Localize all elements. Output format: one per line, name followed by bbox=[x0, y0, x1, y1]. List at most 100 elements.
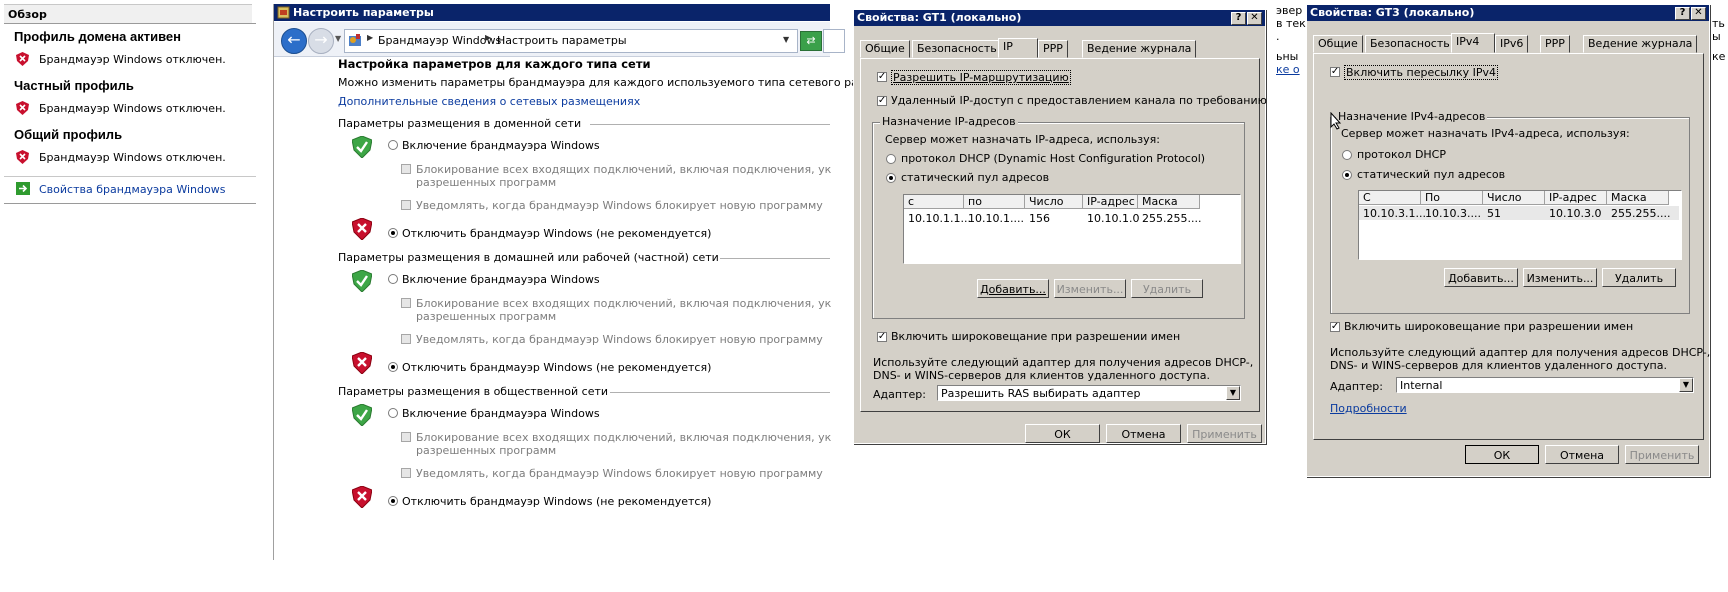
block-all-checkbox[interactable] bbox=[401, 432, 411, 442]
notify-checkbox[interactable] bbox=[401, 468, 411, 478]
table-row[interactable]: 10.10.3.1... 10.10.3.... 51 10.10.3.0 25… bbox=[1359, 206, 1679, 220]
remote-access-checkbox[interactable]: ✓ bbox=[877, 96, 887, 106]
col-count[interactable]: Число bbox=[1483, 191, 1545, 205]
enable-firewall-radio[interactable] bbox=[388, 274, 398, 284]
block-all-checkbox[interactable] bbox=[401, 298, 411, 308]
section-title: Параметры размещения в домашней или рабо… bbox=[338, 251, 719, 264]
tab-ip[interactable]: IP bbox=[998, 38, 1038, 58]
ok-button[interactable]: ОК bbox=[1025, 424, 1100, 443]
disable-firewall-radio[interactable] bbox=[388, 496, 398, 506]
delete-button[interactable]: Удалить bbox=[1131, 279, 1203, 298]
close-button[interactable]: ✕ bbox=[1247, 12, 1262, 25]
tab-ipv6[interactable]: IPv6 bbox=[1495, 35, 1529, 53]
broadcast-checkbox[interactable]: ✓ bbox=[877, 332, 887, 342]
delete-button[interactable]: Удалить bbox=[1602, 268, 1676, 287]
notify-checkbox[interactable] bbox=[401, 200, 411, 210]
tab-general[interactable]: Общие bbox=[1313, 35, 1363, 53]
search-box[interactable] bbox=[823, 29, 845, 53]
green-shield-icon bbox=[352, 270, 372, 292]
address-dropdown-icon[interactable]: ▼ bbox=[783, 35, 789, 44]
block-all-checkbox[interactable] bbox=[401, 164, 411, 174]
profile-title: Общий профиль bbox=[14, 127, 123, 142]
details-link[interactable]: Подробности bbox=[1330, 402, 1407, 415]
gt3-tabs: Общие Безопасность IPv4 IPv6 PPP Ведение… bbox=[1313, 33, 1705, 55]
disable-firewall-radio[interactable] bbox=[388, 362, 398, 372]
tab-logging[interactable]: Ведение журнала bbox=[1583, 35, 1698, 53]
refresh-icon: ⇄ bbox=[806, 34, 816, 47]
bg-fragment: ть bbox=[1712, 17, 1725, 30]
tab-security[interactable]: Безопасность bbox=[1365, 35, 1455, 53]
edit-button[interactable]: Изменить... bbox=[1523, 268, 1597, 287]
apply-button[interactable]: Применить bbox=[1625, 445, 1699, 464]
enable-firewall-radio[interactable] bbox=[388, 408, 398, 418]
breadcrumb-separator: ▶ bbox=[367, 33, 374, 42]
address-field[interactable]: ▶ Брандмауэр Windows ▶ Настроить парамет… bbox=[344, 29, 798, 53]
adapter-select[interactable]: Internal ▼ bbox=[1396, 377, 1694, 393]
col-to[interactable]: по bbox=[964, 195, 1025, 209]
cell-mask: 255.255.... bbox=[1142, 212, 1202, 225]
static-pool-radio[interactable] bbox=[886, 173, 896, 183]
chevron-down-icon[interactable]: ▼ bbox=[1226, 386, 1240, 400]
table-row[interactable]: 10.10.1.1... 10.10.1.... 156 10.10.1.0 2… bbox=[904, 212, 1238, 226]
breadcrumb-firewall[interactable]: Брандмауэр Windows bbox=[378, 34, 501, 47]
cancel-button[interactable]: Отмена bbox=[1545, 445, 1619, 464]
adapter-text: Используйте следующий адаптер для получе… bbox=[873, 356, 1254, 369]
cancel-button[interactable]: Отмена bbox=[1106, 424, 1181, 443]
tab-ppp[interactable]: PPP bbox=[1038, 40, 1068, 58]
tab-ppp[interactable]: PPP bbox=[1540, 35, 1570, 53]
block-all-label-2: разрешенных программ bbox=[416, 444, 557, 457]
help-button[interactable]: ? bbox=[1675, 7, 1690, 20]
dhcp-radio[interactable] bbox=[886, 154, 896, 164]
edit-button[interactable]: Изменить... bbox=[1054, 279, 1126, 298]
ok-button[interactable]: ОК bbox=[1465, 445, 1539, 464]
add-button[interactable]: Добавить... bbox=[1444, 268, 1518, 287]
col-to[interactable]: По bbox=[1421, 191, 1483, 205]
adapter-value: Разрешить RAS выбирать адаптер bbox=[941, 387, 1141, 400]
back-button[interactable]: ← bbox=[281, 28, 307, 54]
col-count[interactable]: Число bbox=[1025, 195, 1083, 209]
static-pool-radio[interactable] bbox=[1342, 170, 1352, 180]
section-title: Параметры размещения в общественной сети bbox=[338, 385, 609, 398]
chevron-down-icon[interactable]: ▼ bbox=[1679, 378, 1693, 392]
col-from[interactable]: С bbox=[1359, 191, 1421, 205]
col-mask[interactable]: Маска bbox=[1607, 191, 1669, 205]
network-locations-link[interactable]: Дополнительные сведения о сетевых размещ… bbox=[338, 95, 640, 108]
dhcp-radio[interactable] bbox=[1342, 150, 1352, 160]
gt1-tab-panel: ✓ Разрешить IP-маршрутизацию ✓ Удаленный… bbox=[860, 58, 1267, 412]
col-ip[interactable]: IP-адрес bbox=[1545, 191, 1607, 205]
col-ip[interactable]: IP-адрес bbox=[1083, 195, 1138, 209]
apply-button[interactable]: Применить bbox=[1187, 424, 1262, 443]
tab-security[interactable]: Безопасность bbox=[912, 40, 1002, 58]
col-mask[interactable]: Маска bbox=[1138, 195, 1200, 209]
broadcast-checkbox[interactable]: ✓ bbox=[1330, 322, 1340, 332]
adapter-label: Адаптер: bbox=[1330, 380, 1383, 393]
address-pool-list[interactable]: с по Число IP-адрес Маска 10.10.1.1... 1… bbox=[903, 194, 1241, 264]
forward-button[interactable]: → bbox=[308, 28, 334, 54]
address-pool-list[interactable]: С По Число IP-адрес Маска 10.10.3.1... 1… bbox=[1358, 190, 1682, 260]
history-dropdown-icon[interactable]: ▼ bbox=[335, 34, 341, 43]
overview-panel: Обзор Профиль домена активен Брандмауэр … bbox=[4, 4, 256, 204]
firewall-properties-link[interactable]: Свойства брандмауэра Windows bbox=[39, 183, 225, 196]
enable-routing-checkbox[interactable]: ✓ bbox=[877, 72, 887, 82]
enable-firewall-radio[interactable] bbox=[388, 140, 398, 150]
overview-header-label: Обзор bbox=[8, 8, 47, 21]
ipv4-assignment-title: Назначение IPv4-адресов bbox=[1336, 110, 1488, 123]
enable-forwarding-checkbox[interactable]: ✓ bbox=[1330, 67, 1340, 77]
help-button[interactable]: ? bbox=[1231, 12, 1246, 25]
close-button[interactable]: ✕ bbox=[1691, 7, 1706, 20]
dhcp-label: протокол DHCP bbox=[1357, 148, 1446, 161]
back-arrow-icon: ← bbox=[287, 30, 301, 49]
static-pool-label: статический пул адресов bbox=[1357, 168, 1506, 181]
tab-logging[interactable]: Ведение журнала bbox=[1082, 40, 1197, 58]
gt3-dialog: Свойства: GT3 (локально) ? ✕ Общие Безоп… bbox=[1306, 4, 1710, 477]
refresh-button[interactable]: ⇄ bbox=[800, 31, 822, 51]
bg-link-fragment[interactable]: ке о bbox=[1276, 63, 1300, 76]
breadcrumb-customize[interactable]: Настроить параметры bbox=[497, 34, 627, 47]
col-from[interactable]: с bbox=[904, 195, 964, 209]
adapter-select[interactable]: Разрешить RAS выбирать адаптер ▼ bbox=[937, 385, 1241, 401]
tab-ipv4[interactable]: IPv4 bbox=[1451, 33, 1495, 53]
tab-general[interactable]: Общие bbox=[860, 40, 910, 58]
add-button[interactable]: Добавить... bbox=[977, 279, 1049, 298]
notify-checkbox[interactable] bbox=[401, 334, 411, 344]
disable-firewall-radio[interactable] bbox=[388, 228, 398, 238]
